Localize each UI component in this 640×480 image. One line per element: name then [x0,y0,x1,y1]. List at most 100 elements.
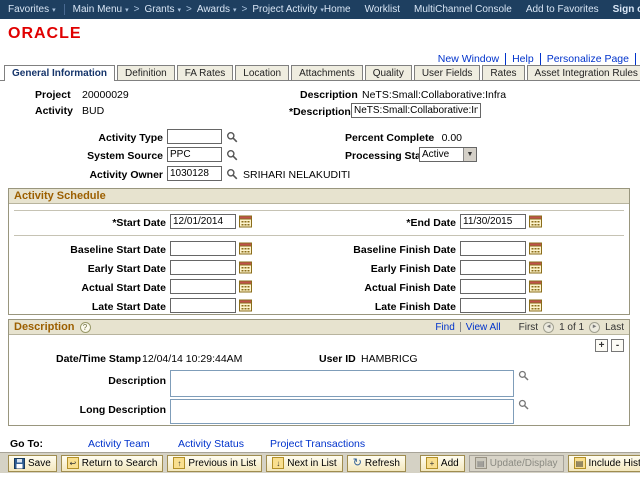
system-source-input[interactable] [167,147,222,162]
long-description-textarea[interactable] [170,399,514,424]
chevron-down-icon: ▾ [177,6,181,14]
activity-schedule-section: Activity Schedule *Start Date *End Date … [8,188,630,315]
baseline-start-date-input[interactable] [170,241,236,256]
save-button[interactable]: Save [8,455,57,472]
datetime-stamp-label: Date/Time Stamp [56,353,141,365]
find-link[interactable]: Find [435,322,454,333]
breadcrumb-divider [64,4,65,15]
late-start-date-calendar-icon[interactable] [239,298,252,312]
early-finish-date-input[interactable] [460,260,526,275]
add-button[interactable]: + Add [420,455,465,472]
chevron-down-icon: ▾ [233,6,237,14]
late-finish-date-input[interactable] [460,298,526,313]
late-start-date-label: Late Start Date [11,301,166,313]
late-start-date-input[interactable] [170,298,236,313]
first-label[interactable]: First [519,322,538,333]
menu-awards[interactable]: Awards ▾ [197,4,237,15]
tab-attachments[interactable]: Attachments [291,65,363,80]
breadcrumb: Favorites ▾ Main Menu ▾ > Grants ▾ > Awa… [8,4,324,15]
activity-type-lookup-icon[interactable] [226,131,238,143]
activity-owner-input[interactable] [167,166,222,181]
tab-definition[interactable]: Definition [117,65,175,80]
chevron-down-icon: ▾ [125,6,129,14]
previous-row-icon[interactable]: ◄ [543,322,554,333]
breadcrumb-separator: > [186,4,192,15]
menu-grants[interactable]: Grants ▾ [144,4,181,15]
bottom-toolbar: Save ↩ Return to Search ↑ Previous in Li… [0,452,640,473]
percent-complete-value: 0.00 [420,132,462,144]
scroll-area-navigation: Find View All First ◄ 1 of 1 ► Last [435,322,624,333]
select-arrow-icon: ▼ [463,148,476,161]
long-description-expand-icon[interactable] [518,399,529,410]
system-source-lookup-icon[interactable] [226,149,238,161]
add-to-favorites-link[interactable]: Add to Favorites [526,4,599,15]
description-input[interactable] [351,103,481,118]
actual-start-date-calendar-icon[interactable] [239,279,252,293]
baseline-start-date-calendar-icon[interactable] [239,241,252,255]
previous-in-list-icon: ↑ [173,457,185,469]
home-link[interactable]: Home [324,4,351,15]
tab-location[interactable]: Location [235,65,289,80]
activity-schedule-header: Activity Schedule [9,189,629,204]
description-field-label: Description [11,375,166,387]
project-transactions-link[interactable]: Project Transactions [270,438,365,450]
tab-user-fields[interactable]: User Fields [414,65,481,80]
update-display-button: ▤ Update/Display [469,455,564,472]
return-to-search-icon: ↩ [67,457,79,469]
late-finish-date-calendar-icon[interactable] [529,298,542,312]
activity-owner-lookup-icon[interactable] [226,168,238,180]
help-icon[interactable]: ? [80,322,91,333]
return-to-search-button[interactable]: ↩ Return to Search [61,455,164,472]
delete-row-button[interactable]: - [611,339,624,352]
actual-finish-date-calendar-icon[interactable] [529,279,542,293]
actual-start-date-input[interactable] [170,279,236,294]
user-id-value: HAMBRICG [361,353,418,365]
early-start-date-calendar-icon[interactable] [239,260,252,274]
description-expand-icon[interactable] [518,370,529,381]
multichannel-console-link[interactable]: MultiChannel Console [414,4,512,15]
breadcrumb-label: Awards [197,4,230,15]
refresh-icon: ↻ [353,458,362,469]
description-textarea[interactable] [170,370,514,397]
tab-asset-integration-rules[interactable]: Asset Integration Rules [527,65,640,80]
end-date-input[interactable] [460,214,526,229]
tab-quality[interactable]: Quality [365,65,412,80]
baseline-finish-date-input[interactable] [460,241,526,256]
add-row-button[interactable]: + [595,339,608,352]
worklist-link[interactable]: Worklist [365,4,400,15]
previous-in-list-button[interactable]: ↑ Previous in List [167,455,262,472]
early-start-date-input[interactable] [170,260,236,275]
actual-finish-date-input[interactable] [460,279,526,294]
view-all-link[interactable]: View All [466,322,501,333]
menu-main-menu[interactable]: Main Menu ▾ [73,4,129,15]
start-date-input[interactable] [170,214,236,229]
long-description-field-label: Long Description [11,404,166,416]
tab-rates[interactable]: Rates [482,65,524,80]
sign-out-link[interactable]: Sign out [613,4,640,15]
breadcrumb-label: Project Activity [252,4,317,15]
activity-owner-label: Activity Owner [20,169,163,181]
user-id-label: User ID [319,353,356,365]
tab-fa-rates[interactable]: FA Rates [177,65,234,80]
activity-type-input[interactable] [167,129,222,144]
tab-general-information[interactable]: General Information [4,65,115,81]
activity-status-link[interactable]: Activity Status [178,438,244,450]
top-utility-links: Home Worklist MultiChannel Console Add t… [324,4,640,15]
last-label[interactable]: Last [605,322,624,333]
start-date-calendar-icon[interactable] [239,214,252,228]
menu-favorites[interactable]: Favorites ▾ [8,4,56,15]
baseline-start-date-label: Baseline Start Date [11,244,166,256]
baseline-finish-date-calendar-icon[interactable] [529,241,542,255]
activity-team-link[interactable]: Activity Team [88,438,150,450]
include-history-button[interactable]: ▤ Include History [568,455,640,472]
next-in-list-button[interactable]: ↓ Next in List [266,455,342,472]
refresh-button[interactable]: ↻ Refresh [347,455,406,472]
early-start-date-label: Early Start Date [11,263,166,275]
description-value: NeTS:Small:Collaborative:Infra [362,89,506,101]
peoplesoft-project-activity-page: Favorites ▾ Main Menu ▾ > Grants ▾ > Awa… [0,0,640,480]
end-date-calendar-icon[interactable] [529,214,542,228]
early-finish-date-calendar-icon[interactable] [529,260,542,274]
next-row-icon[interactable]: ► [589,322,600,333]
menu-project-activity[interactable]: Project Activity ▾ [252,4,324,15]
processing-status-select[interactable]: Active ▼ [419,147,477,162]
